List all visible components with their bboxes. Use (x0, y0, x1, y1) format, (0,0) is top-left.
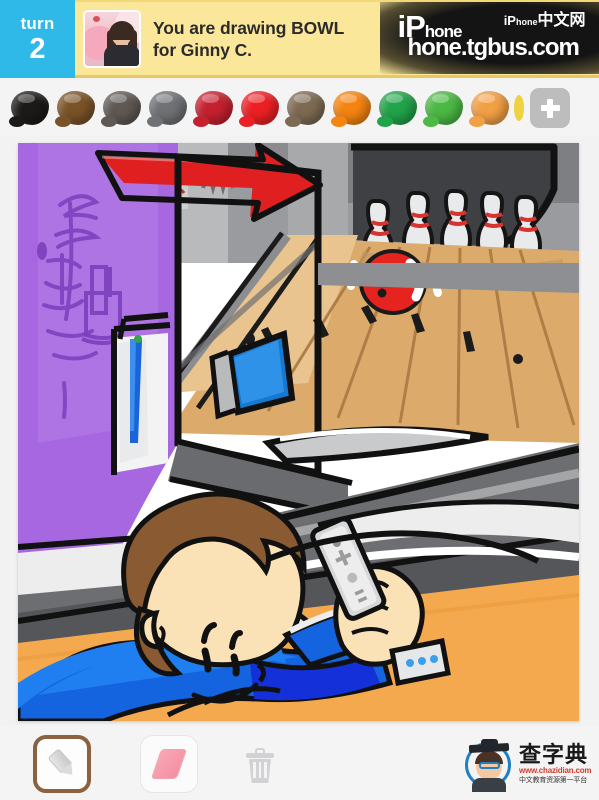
eraser-icon (150, 749, 188, 779)
color-blob-gray (147, 91, 187, 127)
color-blob-brown (55, 91, 95, 127)
color-blob-black (9, 91, 49, 127)
color-palette[interactable] (0, 80, 599, 136)
color-swatch-green[interactable] (376, 89, 420, 127)
color-swatch-dark-gray[interactable] (100, 89, 144, 127)
color-blob-light-green (423, 91, 463, 127)
color-blob-crimson (193, 91, 233, 127)
prompt-text: You are drawing BOWL for Ginny C. (153, 17, 344, 61)
chazidian-cn-text: 查字典 (519, 742, 589, 767)
tgbus-watermark: iPhone hone.tgbus.com iPhone中文网 (380, 2, 599, 74)
chazidian-subtitle: 中文教育资源第一平台 (519, 777, 587, 784)
color-blob-green (377, 91, 417, 127)
color-blob-light-orange (469, 91, 509, 127)
turn-label: turn (20, 13, 55, 33)
pencil-icon (41, 743, 83, 785)
avatar-bg-dot (93, 15, 100, 22)
color-swatch-black[interactable] (8, 89, 52, 127)
color-swatch-gray[interactable] (146, 89, 190, 127)
chazidian-logo-icon (463, 738, 515, 792)
color-swatch-light-orange[interactable] (468, 89, 512, 127)
bottom-toolbar: DONE 查字典 www.chazidian.com 中文教育资源第一平台 (0, 726, 599, 800)
turn-indicator: turn 2 (0, 0, 75, 78)
tgbus-cn-text: iPhone中文网 (503, 12, 586, 29)
drawing-canvas[interactable] (18, 143, 579, 721)
tgbus-url: hone.tgbus.com (407, 34, 580, 61)
color-swatch-orange[interactable] (330, 89, 374, 127)
color-swatch-red[interactable] (238, 89, 282, 127)
plus-icon (540, 98, 560, 118)
chazidian-watermark: 查字典 www.chazidian.com 中文教育资源第一平台 (463, 734, 595, 794)
avatar[interactable] (83, 9, 141, 68)
color-swatch-taupe[interactable] (284, 89, 328, 127)
color-blob-orange (331, 91, 371, 127)
color-swatch-light-green[interactable] (422, 89, 466, 127)
prompt-line-1: You are drawing BOWL (153, 17, 345, 38)
color-swatch-crimson[interactable] (192, 89, 236, 127)
color-swatch-brown[interactable] (54, 89, 98, 127)
avatar-torso (104, 44, 139, 66)
color-blob-taupe (285, 91, 325, 127)
prompt-line-2: for Ginny C. (153, 39, 252, 60)
eraser-tool-button[interactable] (140, 735, 198, 793)
drawing-artwork (18, 143, 579, 721)
chazidian-url: www.chazidian.com (519, 766, 592, 775)
color-blob-red (239, 91, 279, 127)
add-color-button[interactable] (530, 88, 570, 128)
header-bar: turn 2 You are drawing BOWL for Ginny C.… (0, 0, 599, 78)
prompt-bar: You are drawing BOWL for Ginny C. iPhone… (75, 0, 599, 78)
color-blob-dark-gray (101, 91, 141, 127)
trash-button[interactable] (244, 748, 276, 784)
color-swatch-partial[interactable] (514, 95, 524, 121)
turn-number: 2 (29, 32, 46, 65)
tgbus-logo-text: iPhone (397, 9, 463, 44)
pencil-tool-button[interactable] (33, 735, 91, 793)
